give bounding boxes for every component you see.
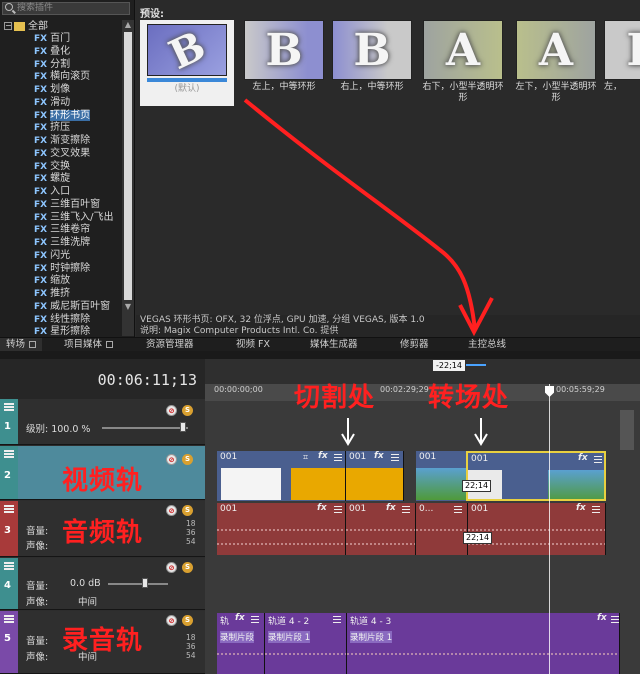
annotation-video-track: 视频轨 [62,466,144,496]
annotation-arrow [243,98,477,331]
annotation-transition: 转场处 [428,383,510,413]
annotation-record-track: 录音轨 [62,626,144,656]
annotation-arrowhead [458,297,494,337]
transition-arrow [474,418,488,446]
cut-arrow [341,418,355,446]
annotation-overlay [243,98,494,446]
annotation-cut: 切割处 [294,383,376,413]
annotation-audio-track: 音频轨 [62,518,144,548]
